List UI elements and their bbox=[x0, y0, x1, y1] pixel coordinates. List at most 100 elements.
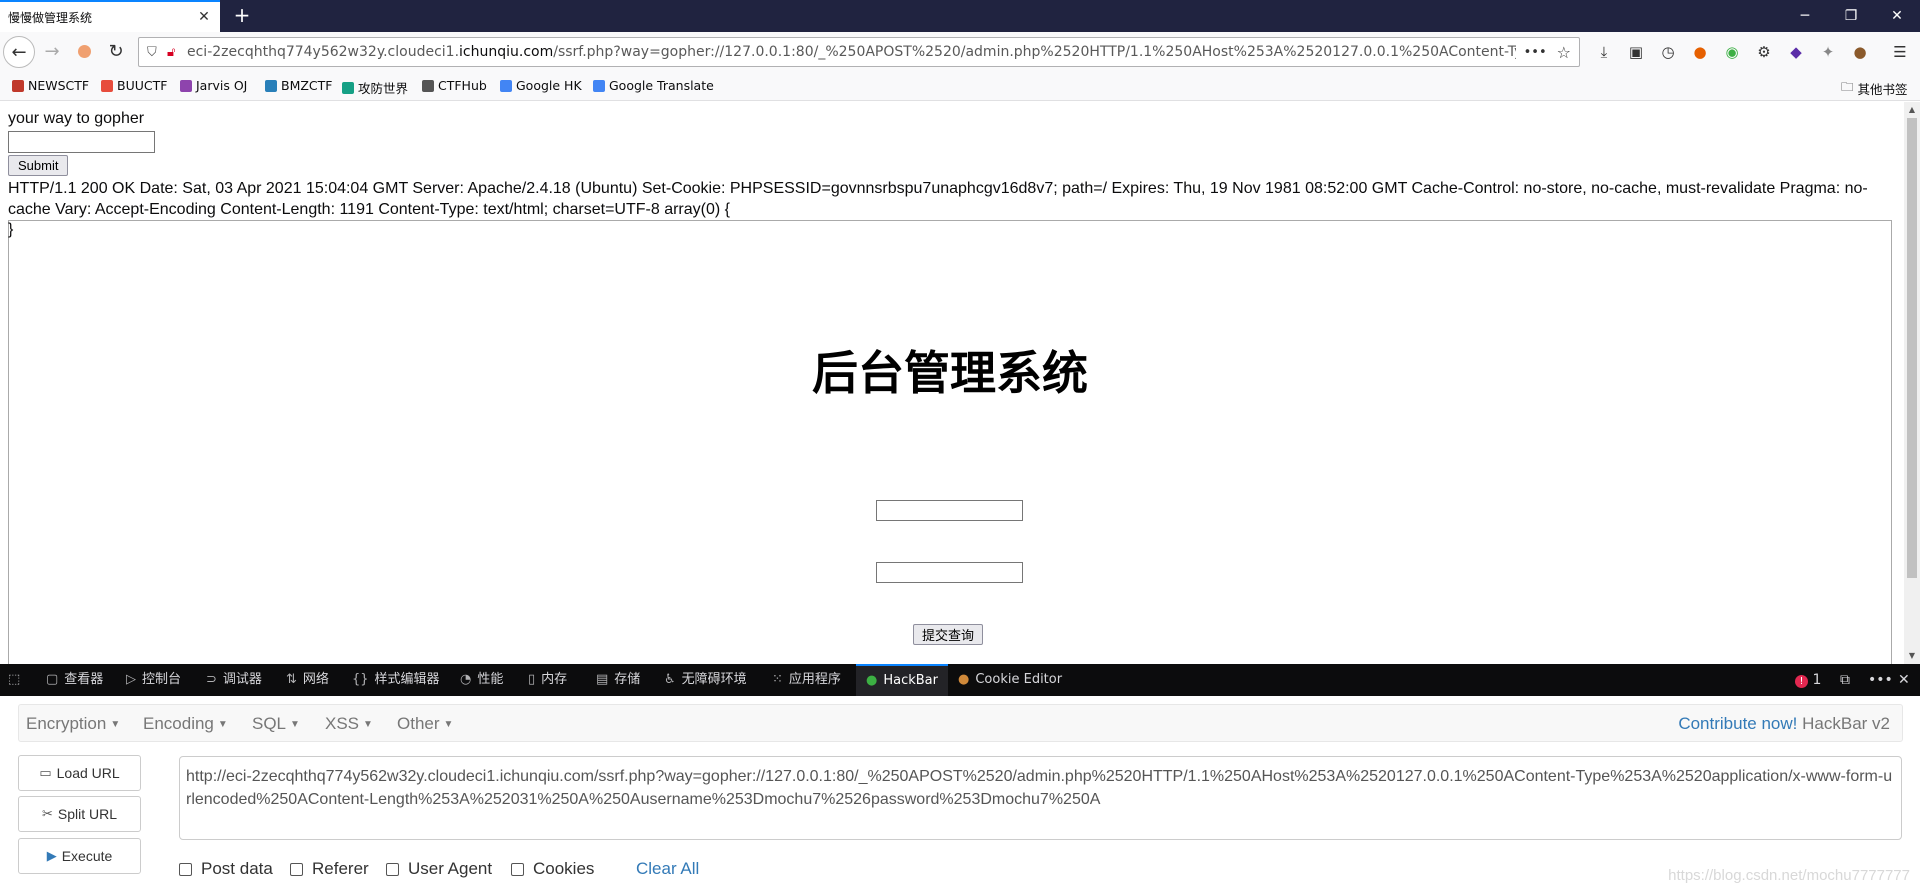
tab-application[interactable]: ⁙ 应用程序 bbox=[772, 664, 841, 696]
menu-encoding[interactable]: Encoding ▼ bbox=[143, 714, 228, 734]
menu-encryption[interactable]: Encryption ▼ bbox=[26, 714, 120, 734]
execute-button[interactable]: ▶ Execute bbox=[18, 838, 141, 874]
address-bar[interactable]: ⛉ 🔓︎ eci-2zecqhthq774y562w32y.cloudeci1.… bbox=[138, 37, 1580, 67]
password-input[interactable] bbox=[876, 562, 1023, 583]
insecure-lock-icon[interactable]: 🔓︎ bbox=[167, 45, 175, 60]
cookie-icon: ● bbox=[958, 672, 970, 687]
scrollbar-thumb[interactable] bbox=[1907, 118, 1917, 578]
caret-down-icon: ▼ bbox=[290, 719, 300, 731]
checkbox-referer[interactable]: Referer bbox=[290, 859, 369, 879]
submit-button[interactable]: Submit bbox=[8, 155, 69, 176]
load-url-button[interactable]: ▭ Load URL bbox=[18, 755, 141, 791]
checkbox-box[interactable] bbox=[179, 862, 192, 876]
memory-icon: ▯ bbox=[528, 672, 536, 687]
dock-toggle-icon[interactable]: ⧉ bbox=[1840, 664, 1850, 696]
restore-button[interactable]: ❐ bbox=[1828, 0, 1874, 32]
page-actions-button[interactable]: ••• bbox=[1524, 45, 1547, 60]
hackbar-version: HackBar v2 bbox=[1802, 714, 1890, 733]
error-icon: ! bbox=[1795, 675, 1808, 688]
devtools-menu-icon[interactable]: ••• bbox=[1868, 664, 1893, 696]
back-button[interactable]: ← bbox=[3, 36, 35, 68]
folder-icon: 🗀︎ bbox=[1841, 79, 1854, 94]
bookmark-item[interactable]: BUUCTF bbox=[101, 78, 167, 93]
checkbox-user-agent[interactable]: User Agent bbox=[386, 859, 492, 879]
tab-close-icon[interactable]: ✕ bbox=[196, 9, 212, 25]
extension-basketball-icon[interactable]: ● bbox=[1690, 42, 1710, 62]
inspector-icon: ▢ bbox=[46, 672, 59, 687]
checkbox-cookies[interactable]: Cookies bbox=[511, 859, 594, 879]
element-picker-icon[interactable]: ⬚ bbox=[8, 664, 20, 696]
tab-debugger[interactable]: ⊃ 调试器 bbox=[206, 664, 262, 696]
tab-cookie-editor[interactable]: ● Cookie Editor bbox=[958, 664, 1062, 696]
other-bookmarks-folder[interactable]: 🗀︎ 其他书签 bbox=[1841, 78, 1908, 99]
browser-tab-active[interactable]: 慢慢做管理系统 ✕ bbox=[0, 0, 220, 32]
hamburger-menu-icon[interactable]: ☰ bbox=[1890, 42, 1910, 62]
tab-performance[interactable]: ◔ 性能 bbox=[460, 664, 503, 696]
reload-button[interactable]: ↻ bbox=[100, 36, 132, 68]
bookmark-item[interactable]: CTFHub bbox=[422, 78, 487, 93]
bookmark-favicon-icon bbox=[593, 79, 605, 92]
way-input[interactable] bbox=[8, 131, 155, 153]
new-tab-button[interactable]: + bbox=[228, 0, 256, 32]
window-close-button[interactable]: ✕ bbox=[1874, 0, 1920, 32]
tab-inspector[interactable]: ▢ 查看器 bbox=[46, 664, 103, 696]
tab-network[interactable]: ⇅ 网络 bbox=[286, 664, 329, 696]
bookmark-item[interactable]: Jarvis OJ bbox=[180, 78, 247, 93]
bookmark-item[interactable]: Google HK bbox=[500, 78, 582, 93]
settings-gear-icon[interactable]: ⚙ bbox=[1754, 42, 1774, 62]
caret-down-icon: ▼ bbox=[443, 719, 454, 731]
page-content: your way to gopher Submit HTTP/1.1 200 O… bbox=[0, 102, 1904, 664]
submit-query-button[interactable]: 提交查询 bbox=[913, 624, 984, 645]
devtools-close-icon[interactable]: ✕ bbox=[1898, 664, 1910, 696]
downloads-icon[interactable]: ⤓ bbox=[1594, 42, 1614, 62]
load-url-icon: ▭ bbox=[39, 765, 52, 780]
hackbar-icon: ● bbox=[866, 673, 878, 688]
tab-hackbar[interactable]: ● HackBar bbox=[856, 664, 948, 696]
forward-button[interactable]: → bbox=[36, 36, 68, 68]
scroll-up-icon[interactable]: ▲ bbox=[1904, 102, 1920, 118]
tab-accessibility[interactable]: ♿︎ 无障碍环境 bbox=[664, 664, 747, 696]
split-url-button[interactable]: ✂ Split URL bbox=[18, 796, 141, 832]
performance-icon: ◔ bbox=[460, 672, 472, 687]
extension-icon[interactable] bbox=[68, 36, 100, 68]
cookie-extension-icon[interactable]: ● bbox=[1850, 42, 1870, 62]
bookmark-item[interactable]: 攻防世界 bbox=[342, 78, 408, 97]
url-text[interactable]: eci-2zecqhthq774y562w32y.cloudeci1.ichun… bbox=[187, 44, 1516, 60]
menu-sql[interactable]: SQL ▼ bbox=[252, 714, 300, 734]
watermark-text: https://blog.csdn.net/mochu7777777 bbox=[1668, 867, 1910, 884]
contribute-link[interactable]: Contribute now! bbox=[1678, 714, 1797, 733]
minimize-button[interactable]: ─ bbox=[1782, 0, 1828, 32]
clear-all-link[interactable]: Clear All bbox=[636, 859, 699, 879]
bookmark-item[interactable]: BMZCTF bbox=[265, 78, 332, 93]
network-icon: ⇅ bbox=[286, 672, 297, 687]
extension-toggle-icon[interactable]: ◉ bbox=[1722, 42, 1742, 62]
http-response-text: HTTP/1.1 200 OK Date: Sat, 03 Apr 2021 1… bbox=[8, 180, 1868, 218]
checkbox-box[interactable] bbox=[511, 862, 524, 876]
checkbox-post-data[interactable]: Post data bbox=[179, 859, 273, 879]
tab-style-editor[interactable]: {} 样式编辑器 bbox=[352, 664, 440, 696]
scroll-down-icon[interactable]: ▼ bbox=[1904, 648, 1920, 664]
bookmark-item[interactable]: Google Translate bbox=[593, 78, 714, 93]
bookmark-item[interactable]: NEWSCTF bbox=[12, 78, 89, 93]
username-input[interactable] bbox=[876, 500, 1023, 521]
bookmark-favicon-icon bbox=[422, 79, 434, 92]
extension-wrench-icon[interactable]: ✦ bbox=[1818, 42, 1838, 62]
bookmark-star-icon[interactable]: ☆ bbox=[1557, 43, 1571, 62]
tab-storage[interactable]: ▤ 存储 bbox=[596, 664, 640, 696]
bookmarks-toolbar: NEWSCTF BUUCTF Jarvis OJ BMZCTF 攻防世界 CTF… bbox=[0, 72, 1920, 101]
checkbox-box[interactable] bbox=[386, 862, 399, 876]
menu-xss[interactable]: XSS ▼ bbox=[325, 714, 373, 734]
extension-tag-icon[interactable]: ◆ bbox=[1786, 42, 1806, 62]
tab-memory[interactable]: ▯ 内存 bbox=[528, 664, 567, 696]
history-icon[interactable]: ◷ bbox=[1658, 42, 1678, 62]
bookmark-favicon-icon bbox=[101, 79, 113, 92]
page-scrollbar[interactable]: ▲ ▼ bbox=[1904, 102, 1920, 664]
tab-console[interactable]: ▷ 控制台 bbox=[126, 664, 181, 696]
hackbar-url-textarea[interactable]: http://eci-2zecqhthq774y562w32y.cloudeci… bbox=[179, 756, 1902, 840]
shield-icon[interactable]: ⛉ bbox=[147, 45, 157, 60]
navigation-toolbar: ← → ↻ ⛉ 🔓︎ eci-2zecqhthq774y562w32y.clou… bbox=[0, 32, 1920, 72]
checkbox-box[interactable] bbox=[290, 862, 303, 876]
menu-other[interactable]: Other ▼ bbox=[397, 714, 453, 734]
error-count[interactable]: ! 1 bbox=[1795, 664, 1821, 696]
library-icon[interactable]: ▣ bbox=[1626, 42, 1646, 62]
